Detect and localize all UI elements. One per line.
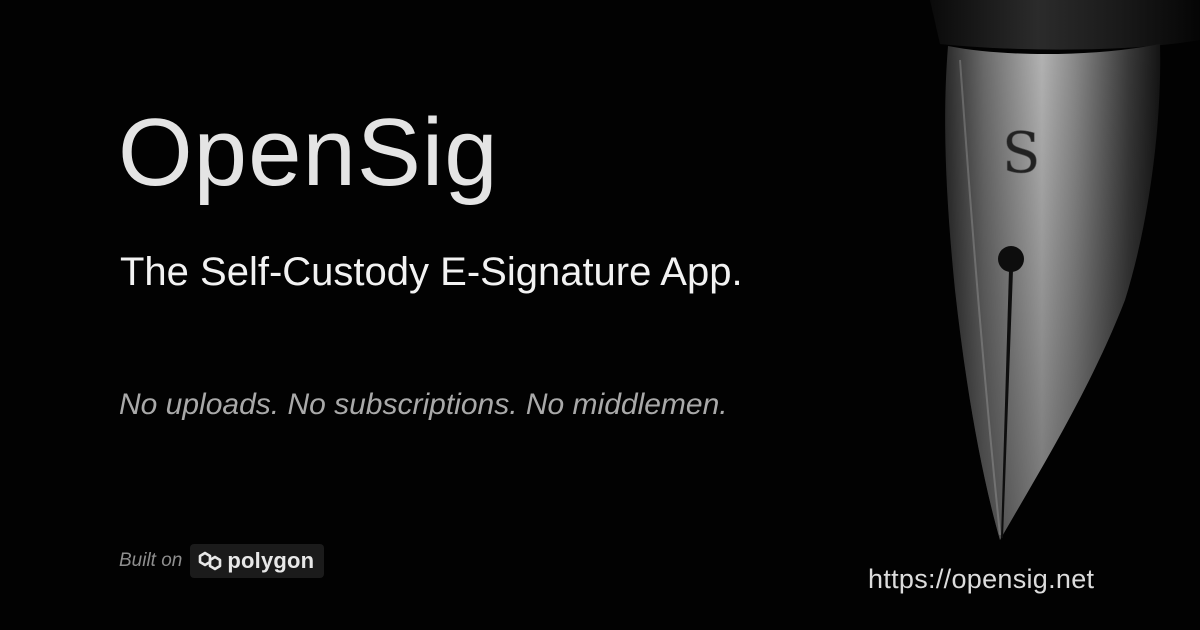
website-url: https://opensig.net bbox=[868, 564, 1095, 594]
app-tagline: The Self-Custody E-Signature App. bbox=[120, 250, 743, 294]
value-proposition: No uploads. No subscriptions. No middlem… bbox=[119, 388, 728, 421]
polygon-badge: polygon bbox=[190, 544, 325, 578]
banner: OpenSig The Self-Custody E-Signature App… bbox=[0, 0, 1200, 630]
app-title: OpenSig bbox=[118, 99, 499, 206]
polygon-logo-icon bbox=[199, 551, 222, 571]
polygon-name: polygon bbox=[227, 548, 315, 573]
svg-text:S: S bbox=[1002, 121, 1040, 186]
built-on-label: Built on bbox=[119, 550, 183, 571]
built-on-badge: Built on polygon bbox=[119, 544, 325, 578]
fountain-pen-nib-icon: S bbox=[930, 0, 1200, 540]
